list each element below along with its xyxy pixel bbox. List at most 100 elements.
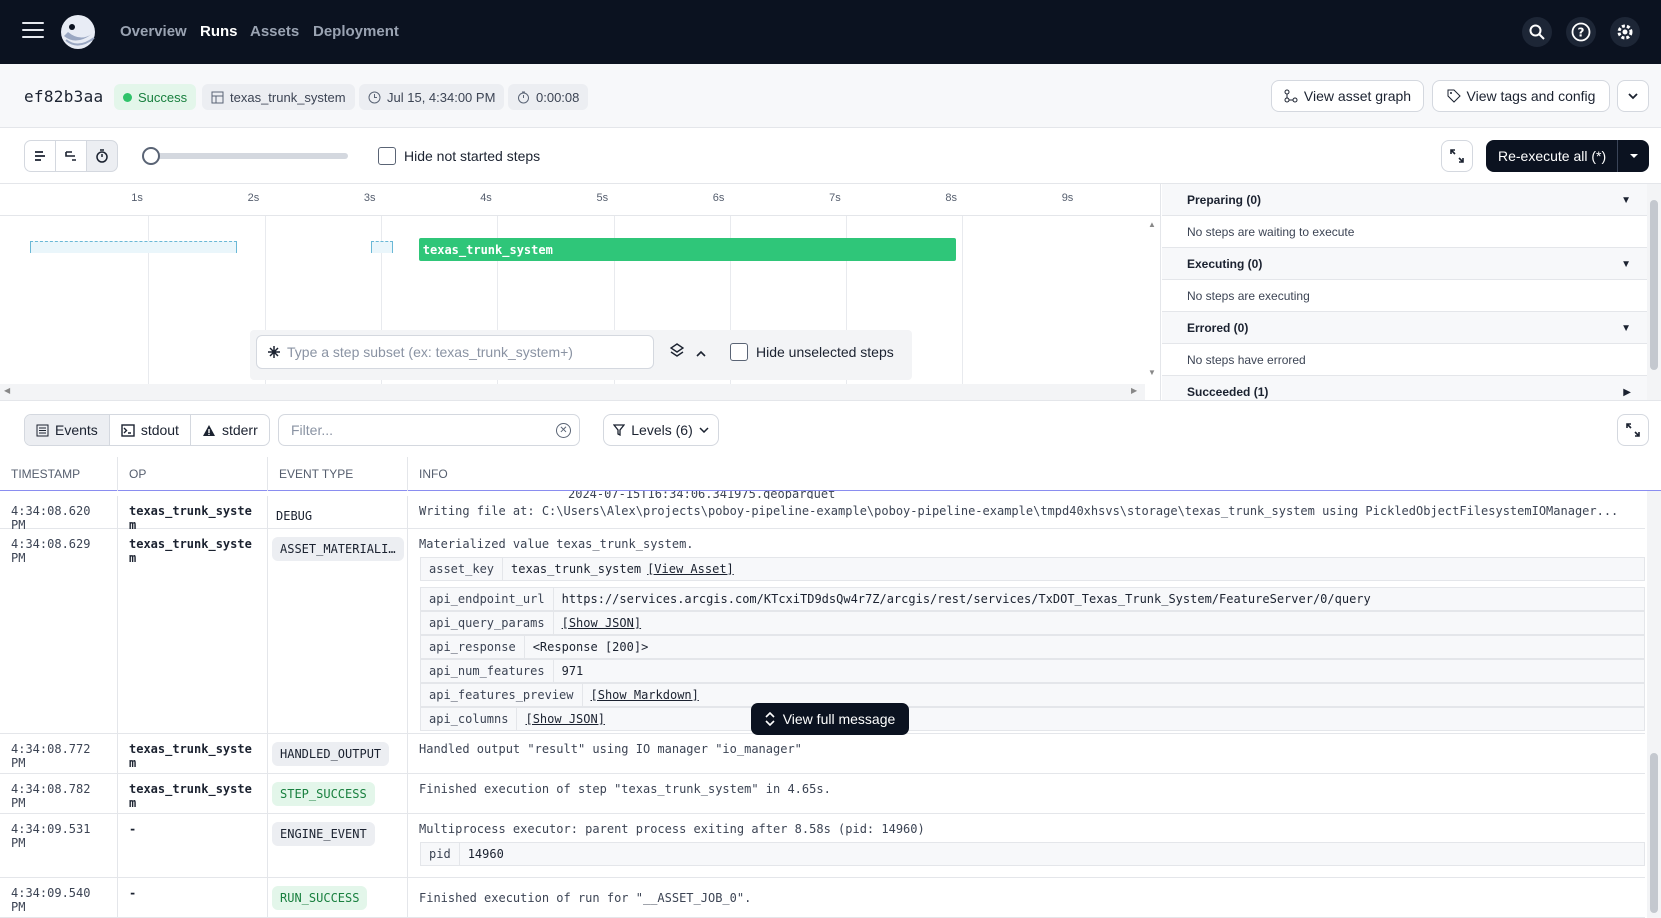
gantt-vscroll-down-icon[interactable]: ▼ [1148, 368, 1156, 377]
asset-key-table: asset_key texas_trunk_system [View Asset… [420, 557, 1645, 581]
view-asset-link[interactable]: [View Asset] [641, 562, 734, 576]
chevron-up-icon[interactable] [696, 345, 706, 363]
tab-stderr[interactable]: stderr [191, 415, 269, 445]
tag-icon [1447, 89, 1461, 103]
metadata-key: api_columns [421, 708, 518, 730]
metadata-row: api_endpoint_url https://services.arcgis.… [420, 587, 1645, 611]
metadata-link[interactable]: [Show JSON] [517, 712, 604, 726]
gantt-chart: 1s 2s 3s 4s 5s 6s 7s 8s 9s texas_trunk_system ▲ … [0, 184, 1161, 400]
section-title: Executing (0) [1187, 256, 1263, 271]
gantt-toolbar: Hide not started steps [0, 128, 1661, 184]
nav-deployment[interactable]: Deployment [313, 23, 399, 40]
row-info: Writing file at: C:\Users\Alex\projects\… [419, 504, 1619, 518]
view-asset-graph-button[interactable]: View asset graph [1271, 80, 1424, 112]
section-header[interactable]: Executing (0) ▼ [1162, 248, 1661, 280]
nav-runs[interactable]: Runs [200, 23, 238, 40]
flat-view-button[interactable] [24, 140, 56, 172]
hide-unselected-toggle[interactable]: Hide unselected steps [730, 343, 894, 361]
row-op: texas_trunk_system [118, 774, 268, 813]
table-row[interactable]: 4:34:08.782 PM texas_trunk_system STEP_S… [0, 774, 1645, 814]
table-row[interactable]: 4:34:08.620 PM texas_trunk_system DEBUG … [0, 496, 1645, 532]
scroll-left-icon[interactable]: ◀ [4, 386, 10, 395]
log-toolbar: Events stdout stderr Filter... ✕ Levels … [0, 400, 1661, 457]
clear-filter-icon[interactable]: ✕ [556, 423, 571, 438]
asterisk-icon [268, 346, 280, 358]
scroll-right-icon[interactable]: ▶ [1131, 386, 1137, 395]
table-row[interactable]: 4:34:08.772 PM texas_trunk_system HANDLE… [0, 734, 1645, 774]
caret-right-icon[interactable]: ▶ [1623, 387, 1631, 398]
warning-icon [202, 424, 215, 436]
levels-dropdown[interactable]: Levels (6) [603, 414, 719, 446]
layers-icon[interactable] [669, 343, 685, 362]
metadata-link[interactable]: [Show JSON] [554, 616, 641, 630]
metadata-link[interactable]: [Show Markdown] [583, 688, 699, 702]
col-op[interactable]: OP [118, 457, 268, 491]
reexecute-all-button[interactable]: Re-execute all (*) [1486, 140, 1649, 172]
table-row[interactable]: 4:34:09.540 PM - RUN_SUCCESS Finished ex… [0, 878, 1645, 918]
metadata-row: api_features_preview [Show Markdown] [420, 683, 1645, 707]
status-badge: Success [114, 84, 197, 110]
hide-unselected-label: Hide unselected steps [756, 344, 894, 360]
metadata-row: api_num_features 971 [420, 659, 1645, 683]
reexecute-label: Re-execute all (*) [1498, 148, 1607, 164]
metadata-key: api_query_params [421, 612, 554, 634]
job-tag[interactable]: texas_trunk_system [202, 84, 355, 110]
col-event-type[interactable]: EVENT TYPE [268, 457, 408, 491]
view-full-message-button[interactable]: View full message [751, 703, 909, 735]
expand-logs-button[interactable] [1617, 414, 1649, 446]
caret-down-icon[interactable]: ▼ [1621, 259, 1631, 270]
expand-icon [1450, 149, 1464, 163]
section-header[interactable]: Errored (0) ▼ [1162, 312, 1661, 344]
more-actions-button[interactable] [1617, 80, 1649, 112]
gear-icon[interactable] [1610, 17, 1640, 47]
col-timestamp[interactable]: TIMESTAMP [0, 457, 118, 491]
row-timestamp: 4:34:08.772 PM [0, 734, 118, 773]
section-header[interactable]: Preparing (0) ▼ [1162, 184, 1661, 216]
gantt-hscroll[interactable]: ◀ ▶ [0, 384, 1145, 400]
start-time-tag: Jul 15, 4:34:00 PM [359, 84, 505, 110]
hide-not-started-toggle[interactable]: Hide not started steps [378, 147, 540, 165]
step-bar-texas-trunk-system[interactable]: texas_trunk_system [418, 238, 957, 261]
hide-unselected-checkbox[interactable] [730, 343, 748, 361]
timed-view-button[interactable] [86, 140, 118, 172]
gantt-vscroll-up-icon[interactable]: ▲ [1148, 220, 1156, 229]
search-icon[interactable] [1522, 17, 1552, 47]
section-body: No steps are waiting to execute [1162, 216, 1661, 248]
nav-overview[interactable]: Overview [120, 23, 187, 40]
zoom-slider[interactable] [142, 147, 348, 165]
row-event-type-cell: ASSET_MATERIALI… [268, 529, 408, 733]
row-event-type: STEP_SUCCESS [272, 782, 375, 806]
nav-assets[interactable]: Assets [250, 23, 299, 40]
caret-down-icon[interactable]: ▼ [1621, 195, 1631, 206]
metadata-value: https://services.arcgis.com/KTcxiTD9dsQw… [561, 592, 1371, 606]
run-id: ef82b3aa [24, 87, 104, 106]
log-filter-input[interactable]: Filter... ✕ [278, 414, 580, 446]
expand-gantt-button[interactable] [1441, 140, 1473, 172]
log-scrollbar[interactable] [1647, 491, 1661, 918]
dagster-logo[interactable] [58, 12, 98, 52]
row-event-type: DEBUG [276, 509, 313, 523]
section-title: Succeeded (1) [1187, 384, 1269, 399]
col-info[interactable]: INFO [408, 457, 1661, 491]
side-scrollbar[interactable] [1647, 184, 1661, 400]
zoom-slider-handle[interactable] [142, 147, 160, 165]
graph-icon [1284, 89, 1298, 103]
help-icon[interactable]: ? [1566, 17, 1596, 47]
view-tags-button[interactable]: View tags and config [1432, 80, 1610, 112]
caret-down-icon[interactable]: ▼ [1621, 323, 1631, 334]
pid-value: 14960 [467, 847, 504, 861]
tab-events[interactable]: Events [25, 415, 110, 445]
hide-not-started-checkbox[interactable] [378, 147, 396, 165]
duration-tag: 0:00:08 [508, 84, 589, 110]
gantt-tick-label: 9s [1061, 192, 1074, 204]
status-label: Success [138, 89, 188, 105]
waterfall-view-button[interactable] [55, 140, 87, 172]
start-time: Jul 15, 4:34:00 PM [387, 89, 496, 105]
terminal-icon [121, 423, 135, 437]
reexecute-dropdown-icon[interactable] [1618, 153, 1649, 159]
step-subset-input[interactable]: Type a step subset (ex: texas_trunk_syst… [256, 335, 654, 369]
section-header[interactable]: Succeeded (1) ▶ [1162, 376, 1661, 400]
menu-icon[interactable] [22, 22, 44, 40]
tab-stdout[interactable]: stdout [110, 415, 191, 445]
tab-events-label: Events [55, 422, 98, 438]
